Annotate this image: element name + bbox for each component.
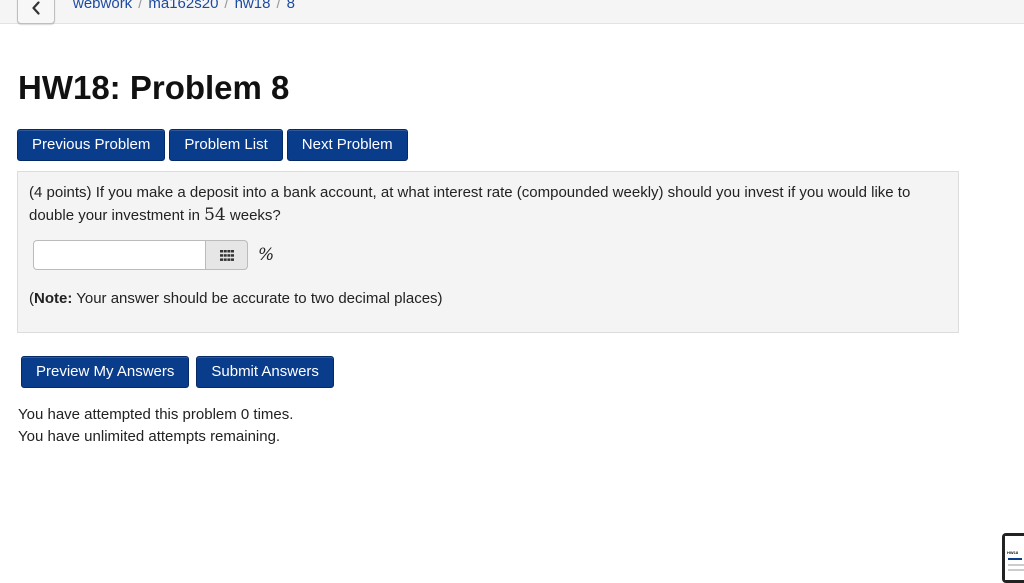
screenshot-thumbnail[interactable]: HW18 xyxy=(1002,533,1024,583)
back-button[interactable] xyxy=(17,0,55,24)
problem-text-before: If you make a deposit into a bank accoun… xyxy=(29,184,911,224)
breadcrumb-separator: / xyxy=(138,0,143,12)
page-title: HW18: Problem 8 xyxy=(18,69,290,106)
breadcrumb-separator: / xyxy=(224,0,229,12)
attempts-remaining-text: You have unlimited attempts remaining. xyxy=(18,428,281,445)
breadcrumb: webwork / ma162s20 / hw18 / 8 xyxy=(73,0,295,13)
answer-row: % xyxy=(33,240,274,270)
attempts-count-text: You have attempted this problem 0 times. xyxy=(18,406,294,423)
problem-list-button[interactable]: Problem List xyxy=(169,129,283,161)
breadcrumb-link-set[interactable]: hw18 xyxy=(235,0,271,12)
problem-navigation: Previous Problem Problem List Next Probl… xyxy=(17,129,408,161)
weeks-value: 54 xyxy=(204,205,226,225)
problem-text-after: weeks? xyxy=(225,207,281,224)
problem-statement: (4 points) If you make a deposit into a … xyxy=(29,182,944,227)
problem-points: (4 points) xyxy=(29,184,92,201)
problem-note: (Note: Your answer should be accurate to… xyxy=(29,288,443,310)
note-label: Note: xyxy=(34,290,73,307)
previous-problem-button[interactable]: Previous Problem xyxy=(17,129,166,161)
submit-answers-button[interactable]: Submit Answers xyxy=(196,356,334,388)
breadcrumb-link-webwork[interactable]: webwork xyxy=(73,0,132,12)
thumbnail-line xyxy=(1008,569,1024,571)
percent-unit: % xyxy=(258,245,275,265)
attempt-status: You have attempted this problem 0 times.… xyxy=(18,404,293,448)
next-problem-button[interactable]: Next Problem xyxy=(286,129,408,161)
submit-actions: Preview My Answers Submit Answers xyxy=(21,356,334,388)
breadcrumb-link-course[interactable]: ma162s20 xyxy=(148,0,218,12)
breadcrumb-separator: / xyxy=(276,0,281,12)
breadcrumb-current: 8 xyxy=(286,0,295,12)
thumbnail-line xyxy=(1008,558,1022,560)
thumbnail-line xyxy=(1008,564,1024,566)
preview-answers-button[interactable]: Preview My Answers xyxy=(21,356,190,388)
note-text: Your answer should be accurate to two de… xyxy=(72,290,443,307)
thumbnail-screen: HW18 xyxy=(1005,536,1024,580)
problem-body: (4 points) If you make a deposit into a … xyxy=(17,171,959,333)
equation-editor-button[interactable] xyxy=(206,240,248,270)
thumbnail-title: HW18 xyxy=(1007,550,1019,555)
chevron-left-icon xyxy=(32,1,40,15)
keypad-icon xyxy=(219,249,234,261)
top-navbar: webwork / ma162s20 / hw18 / 8 xyxy=(0,0,1024,24)
answer-input[interactable] xyxy=(33,240,206,270)
